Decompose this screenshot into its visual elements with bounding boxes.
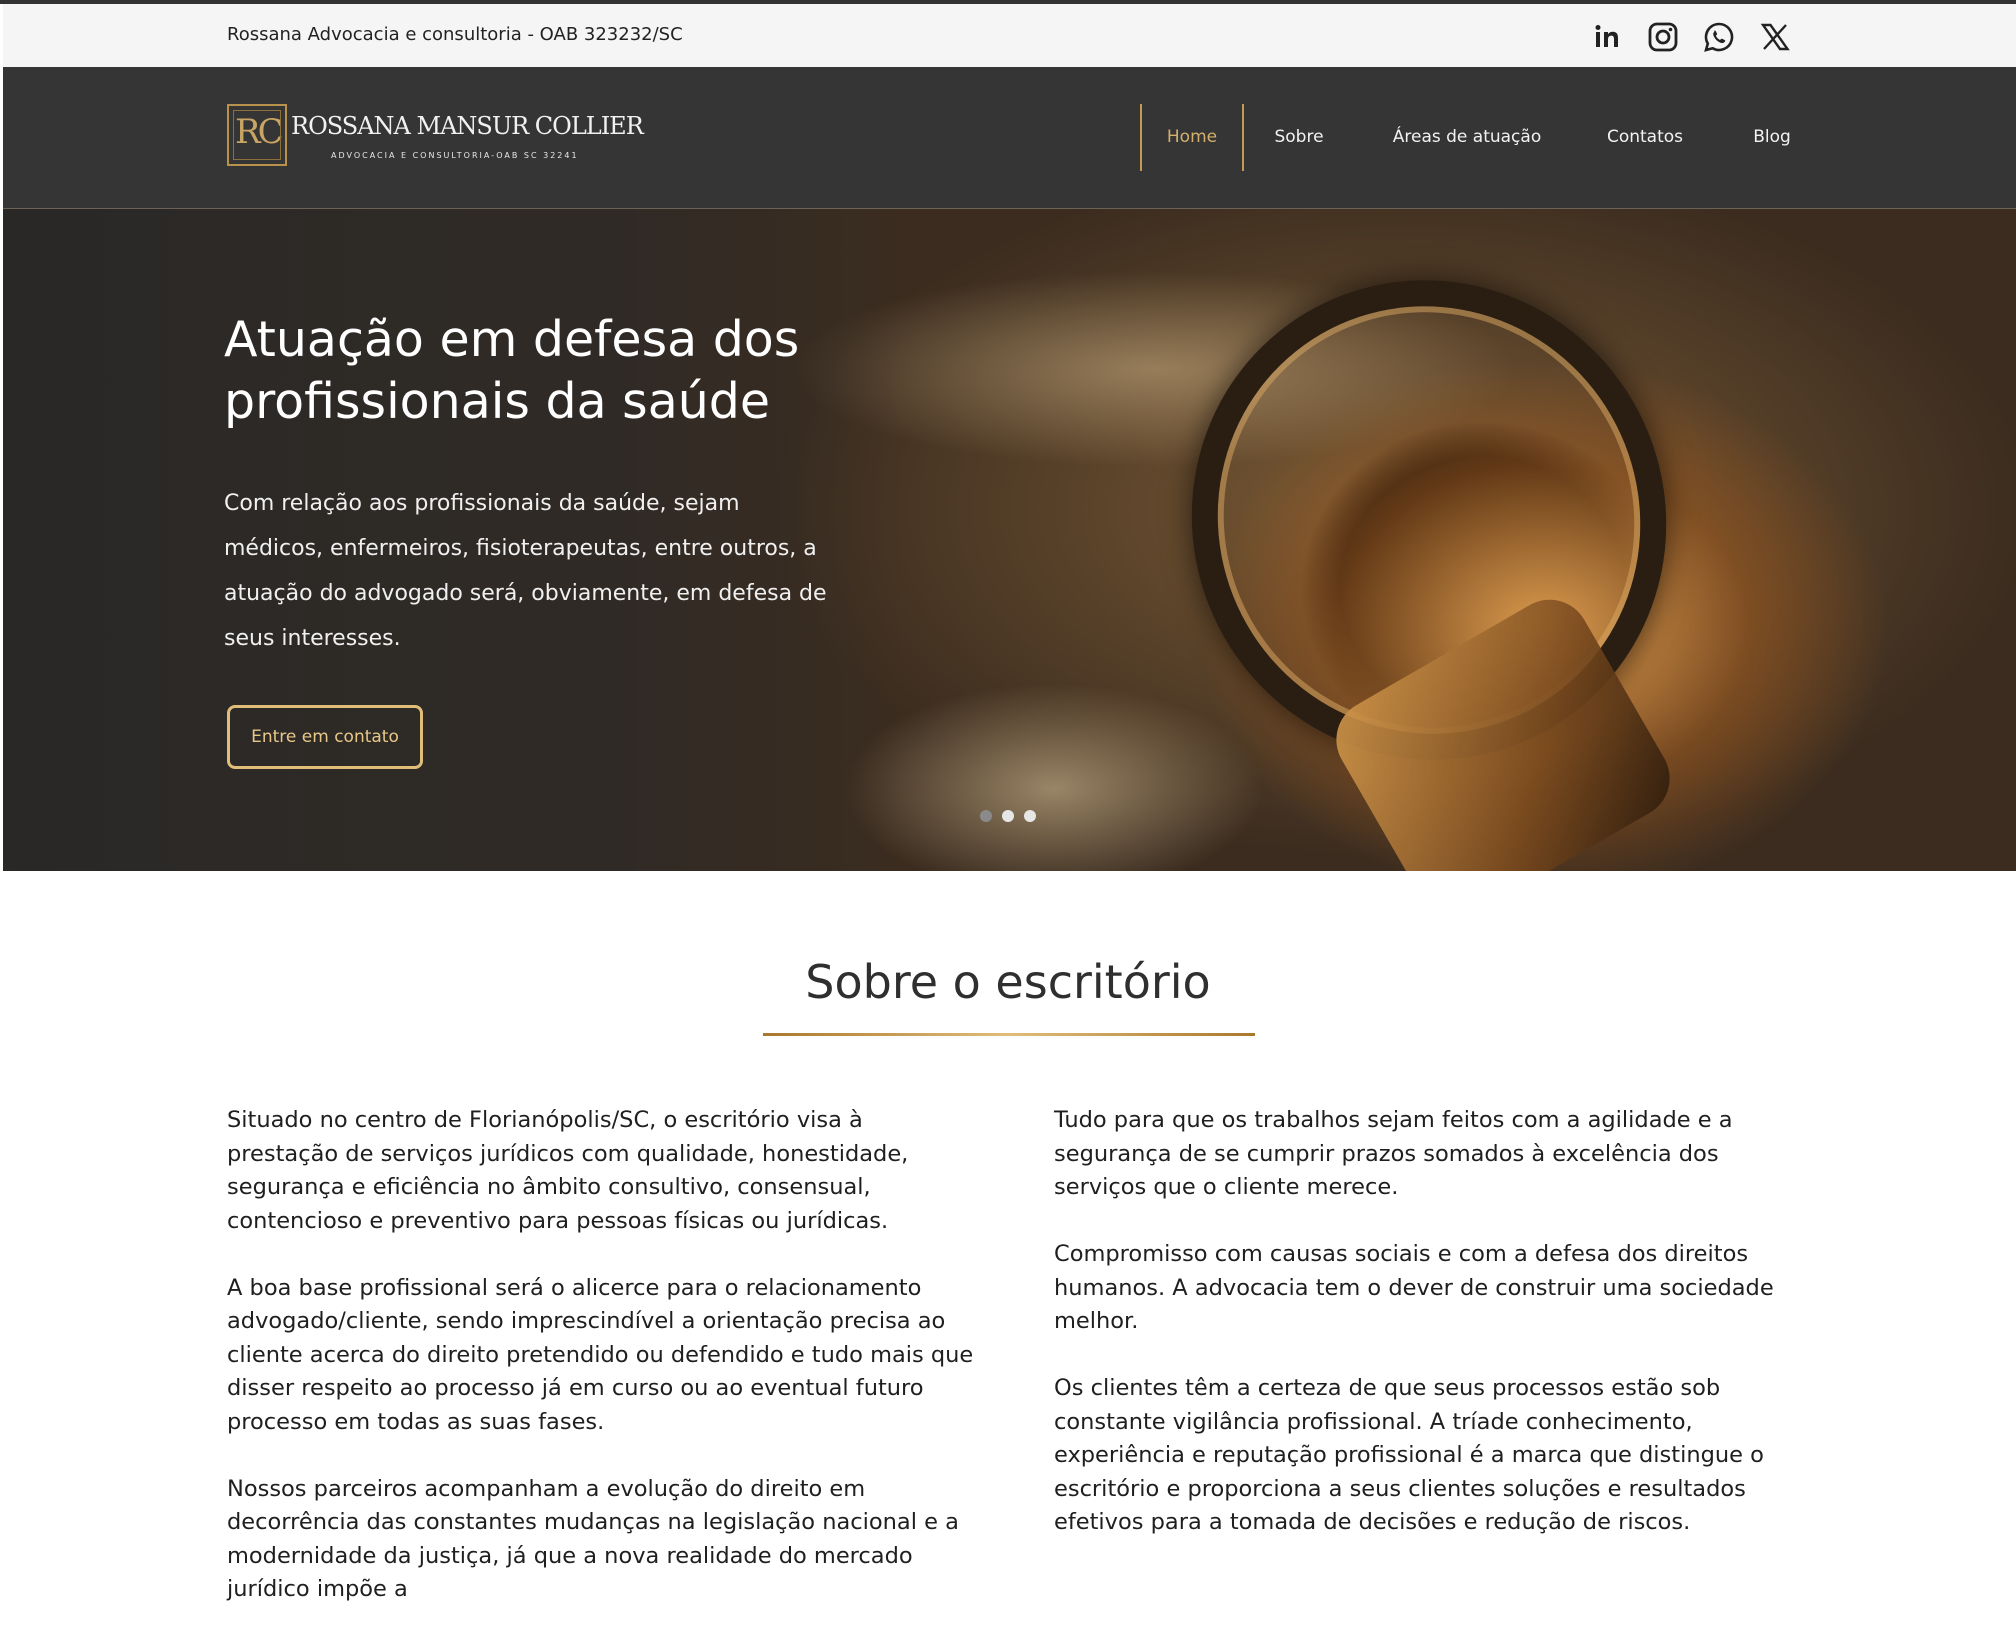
brand-logo[interactable]: RC ROSSANA MANSUR COLLIER ADVOCACIA E CO…: [227, 104, 644, 170]
slider-dot-1[interactable]: [980, 810, 992, 822]
monogram-icon: RC: [227, 104, 287, 166]
section-divider: [763, 1033, 1255, 1036]
x-icon[interactable]: [1759, 21, 1791, 53]
main-navigation: RC ROSSANA MANSUR COLLIER ADVOCACIA E CO…: [3, 67, 2016, 209]
nav-item-sobre[interactable]: Sobre: [1254, 104, 1344, 171]
about-paragraph: Tudo para que os trabalhos sejam feitos …: [1054, 1107, 1733, 1200]
hero-text: Com relação aos profissionais da saúde, …: [224, 491, 827, 651]
nav-item-areas-de-atuacao[interactable]: Áreas de atuação: [1387, 104, 1547, 171]
office-info-text: Rossana Advocacia e consultoria - OAB 32…: [227, 24, 683, 45]
whatsapp-icon[interactable]: [1703, 21, 1735, 53]
about-paragraph: Os clientes têm a certeza de que seus pr…: [1054, 1375, 1764, 1535]
hero-title: Atuação em defesa dos profissionais da s…: [224, 311, 800, 430]
section-title: Sobre o escritório: [805, 955, 1211, 1009]
about-left-column: Situado no centro de Florianópolis/SC, o…: [227, 1104, 975, 1640]
contact-cta-button[interactable]: Entre em contato: [227, 705, 423, 769]
linkedin-icon[interactable]: [1591, 21, 1623, 53]
hero-slider: Atuação em defesa dos profissionais da s…: [3, 209, 2016, 871]
nav-item-blog[interactable]: Blog: [1727, 104, 1817, 171]
about-paragraph: Situado no centro de Florianópolis/SC, o…: [227, 1107, 909, 1234]
brand-subtitle: ADVOCACIA E CONSULTORIA-OAB SC 32241: [331, 151, 579, 160]
nav-item-home[interactable]: Home: [1140, 104, 1244, 171]
top-info-bar: Rossana Advocacia e consultoria - OAB 32…: [3, 4, 2016, 67]
nav-item-contatos[interactable]: Contatos: [1585, 104, 1705, 171]
brand-name: ROSSANA MANSUR COLLIER: [291, 112, 644, 140]
about-right-column: Tudo para que os trabalhos sejam feitos …: [1054, 1104, 1802, 1573]
about-paragraph: Compromisso com causas sociais e com a d…: [1054, 1241, 1774, 1334]
about-paragraph: Nossos parceiros acompanham a evolução d…: [227, 1475, 959, 1603]
slider-dot-2[interactable]: [1002, 810, 1014, 822]
slider-dot-3[interactable]: [1024, 810, 1036, 822]
instagram-icon[interactable]: [1647, 21, 1679, 53]
about-paragraph: A boa base profissional será o alicerce …: [227, 1274, 974, 1435]
